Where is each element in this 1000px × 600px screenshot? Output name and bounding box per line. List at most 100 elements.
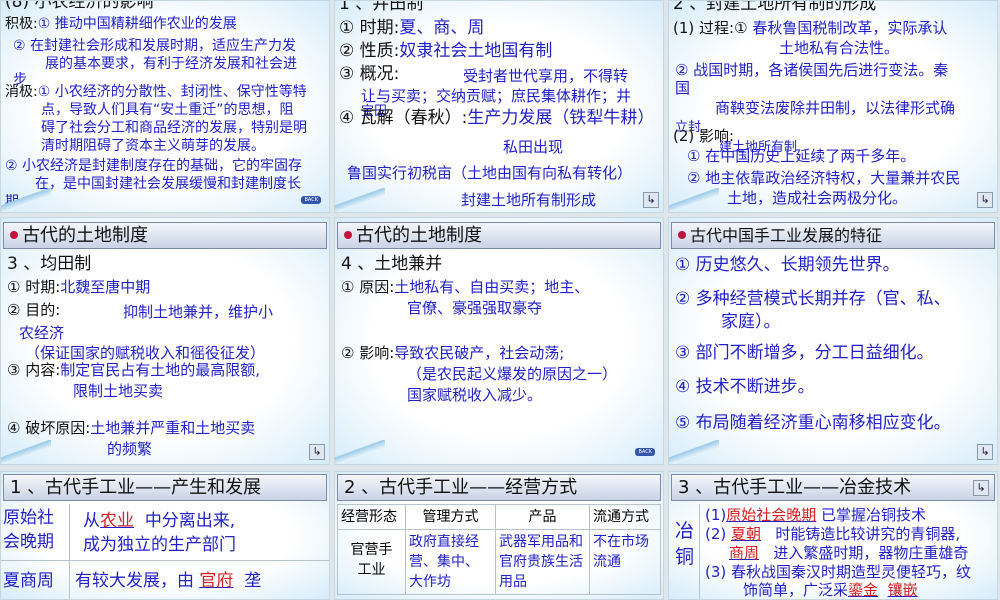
management-table: 经营形态 管理方式 产品 流通方式 官营手工业 政府直接经营、集中、大作坊 武器… — [337, 504, 661, 595]
text: 国 — [675, 79, 691, 97]
header-text: 1 、古代手工业——产生和发展 — [10, 477, 262, 498]
text: 有较大发展，由 — [75, 571, 194, 591]
text: 土地私有合法性。 — [779, 39, 900, 57]
text: 清时期阻碍了资本主义萌芽的发展。 — [41, 138, 265, 154]
text: 中分离出来, — [144, 511, 236, 531]
period-label: 原始社会晚期 — [3, 508, 54, 552]
text: 抑制土地兼并，维护小 — [123, 303, 274, 321]
feature-item: ⑤ 布局随着经济重心南移相应变化。 — [675, 413, 951, 433]
slide-land-annexation[interactable]: 古代的土地制度 4 、土地兼并 ① 原因:土地私有、自由买卖；地主、 官僚、豪强… — [334, 217, 664, 465]
bullet-icon — [678, 231, 686, 239]
slide-header: 2 、古代手工业——经营方式 — [337, 474, 661, 501]
text: (2) — [705, 525, 727, 543]
decoration — [335, 188, 385, 212]
label: (1) 过程:① — [673, 19, 748, 37]
label: ④ 瓦解（春秋）: — [339, 108, 468, 128]
label: ③ 概况: — [339, 64, 400, 84]
decoration — [1, 188, 51, 212]
slide-handicraft-origin[interactable]: 1 、古代手工业——产生和发展 原始社会晚期 从农业 中分离出来, 成为独立的生… — [0, 471, 330, 600]
text: 让与买卖；交纳贡赋；庶民集体耕作；井 — [361, 87, 632, 105]
text: 土地，造成社会两极分化。 — [727, 189, 908, 207]
text: 官僚、豪强强取豪夺 — [407, 299, 543, 317]
label: 消极: — [5, 84, 38, 100]
slide-title: 1 、井田制 — [339, 0, 424, 14]
period-label: 夏商周 — [3, 571, 54, 591]
text: ② 在封建社会形成和发展时期，适应生产力发 — [13, 38, 296, 54]
text: 生产力发展（铁犁牛耕） — [467, 108, 655, 128]
text: （保证国家的赋税收入和徭役征发） — [25, 344, 266, 362]
feature-item: ③ 部门不断增多，分工日益细化。 — [675, 343, 934, 363]
flow-step: 封建土地所有制形成 — [461, 191, 597, 209]
text: 时能铸造比较讲究的青铜器, — [775, 525, 961, 543]
slide-header: 古代的土地制度 — [3, 222, 327, 249]
slide-small-farming-impact[interactable]: (8) 小农经济的影响 积极:① 推动中国精耕细作农业的发展 ② 在封建社会形成… — [0, 0, 330, 213]
slide-title: (8) 小农经济的影响 — [5, 0, 154, 12]
text: 制定官民占有土地的最高限额, — [60, 361, 261, 379]
feature-item: ① 历史悠久、长期领先世界。 — [675, 255, 900, 275]
slide-handicraft-management[interactable]: 2 、古代手工业——经营方式 经营形态 管理方式 产品 流通方式 官营手工业 政… — [334, 471, 664, 600]
decoration — [335, 440, 385, 464]
table-header-row: 经营形态 管理方式 产品 流通方式 — [337, 504, 661, 530]
return-icon[interactable]: ↳ — [643, 192, 659, 208]
label: ③ 内容: — [7, 361, 61, 379]
text: 受封者世代享用，不得转 — [463, 67, 629, 85]
text: 在，是中国封建社会发展缓慢和封建制度长 — [35, 176, 301, 192]
label: ① 时期: — [339, 18, 400, 38]
text: 点，导致人们具有“安土重迁”的思想，阻 — [41, 102, 294, 118]
return-icon[interactable]: ↳ — [309, 444, 325, 460]
text: 的频繁 — [107, 440, 153, 458]
return-icon[interactable]: ↳ — [973, 480, 989, 496]
return-icon[interactable]: ↳ — [977, 192, 993, 208]
slide-title: 4 、土地兼并 — [341, 254, 443, 274]
divider — [1, 560, 329, 561]
label: ② 影响: — [341, 344, 395, 362]
slide-handicraft-features[interactable]: 古代中国手工业发展的特征 ① 历史悠久、长期领先世界。 ② 多种经营模式长期并存… — [668, 217, 998, 465]
return-icon[interactable]: ↳ — [977, 444, 993, 460]
text: 已掌握冶铜技术 — [821, 506, 927, 524]
feature-item: ② 多种经营模式长期并存（官、私、 — [675, 289, 951, 309]
text: (3) 春秋战国秦汉时期造型灵便轻巧，纹 — [705, 563, 972, 581]
decoration — [669, 440, 719, 464]
flow-step: 鲁国实行初税亩（土地由国有向私有转化） — [347, 164, 633, 182]
header-text: 古代中国手工业发展的特征 — [690, 226, 883, 245]
answer: 原始社会晚期 — [726, 506, 817, 524]
text: ② 战国时期，各诸侯国先后进行变法。秦 — [675, 61, 949, 79]
slide-well-field-system[interactable]: 1 、井田制 ① 时期:夏、商、周 ② 性质:奴隶社会土地国有制 ③ 概况: 受… — [334, 0, 664, 213]
slide-header: 3 、古代手工业——冶金技术 — [671, 474, 995, 501]
slide-header: 古代中国手工业发展的特征 — [671, 222, 995, 249]
flow-step: 私田出现 — [503, 138, 564, 156]
text: 饰简单，广泛采 — [743, 581, 849, 599]
table-cell: 政府直接经营、集中、大作坊 — [405, 529, 496, 595]
divider — [69, 504, 70, 599]
text: ① 小农经济的分散性、封闭性、保守性等特 — [37, 84, 307, 100]
text: 土地兼并严重和土地买卖 — [90, 419, 256, 437]
answer: 夏朝 — [731, 525, 762, 543]
text: 春秋鲁国税制改革，实际承认 — [752, 19, 948, 37]
slide-title: 2 、封建土地所有制的形成 — [673, 0, 877, 14]
column-header: 经营形态 — [337, 504, 406, 530]
slide-header: 古代的土地制度 — [337, 222, 661, 249]
slide-feudal-land-ownership[interactable]: 2 、封建土地所有制的形成 (1) 过程:① 春秋鲁国税制改革，实际承认 土地私… — [668, 0, 998, 213]
slide-equal-field-system[interactable]: 古代的土地制度 3 、均田制 ① 时期:北魏至唐中期 ② 目的: 抑制土地兼并，… — [0, 217, 330, 465]
decoration — [1, 440, 51, 464]
back-button[interactable]: BACK — [635, 448, 655, 456]
label: ② 目的: — [7, 301, 61, 319]
text: 垄 — [244, 571, 262, 591]
bullet-icon — [10, 231, 18, 239]
text: 国家赋税收入减少。 — [407, 386, 543, 404]
text: 碍了社会分工和商品经济的发展，特别是明 — [41, 120, 307, 136]
header-text: 古代的土地制度 — [22, 225, 148, 246]
header-text: 3 、古代手工业——冶金技术 — [678, 477, 912, 498]
text: 导致农民破产，社会动荡; — [394, 344, 565, 362]
text: 土地私有、自由买卖；地主、 — [394, 278, 590, 296]
text: ① 推动中国精耕细作农业的发展 — [37, 16, 237, 32]
text: ② 小农经济是封建制度存在的基础，它的牢固存 — [5, 158, 302, 174]
header-text: 古代的土地制度 — [356, 225, 482, 246]
back-button[interactable]: BACK — [301, 196, 321, 204]
label: 积极: — [5, 16, 38, 32]
answer: 镶嵌 — [887, 581, 918, 599]
divider — [699, 504, 700, 599]
text: 夏、商、周 — [399, 18, 485, 38]
slide-metallurgy[interactable]: 3 、古代手工业——冶金技术 ↳ 冶铜 (1)原始社会晚期 已掌握冶铜技术 (2… — [668, 471, 998, 600]
column-header: 管理方式 — [405, 504, 496, 530]
